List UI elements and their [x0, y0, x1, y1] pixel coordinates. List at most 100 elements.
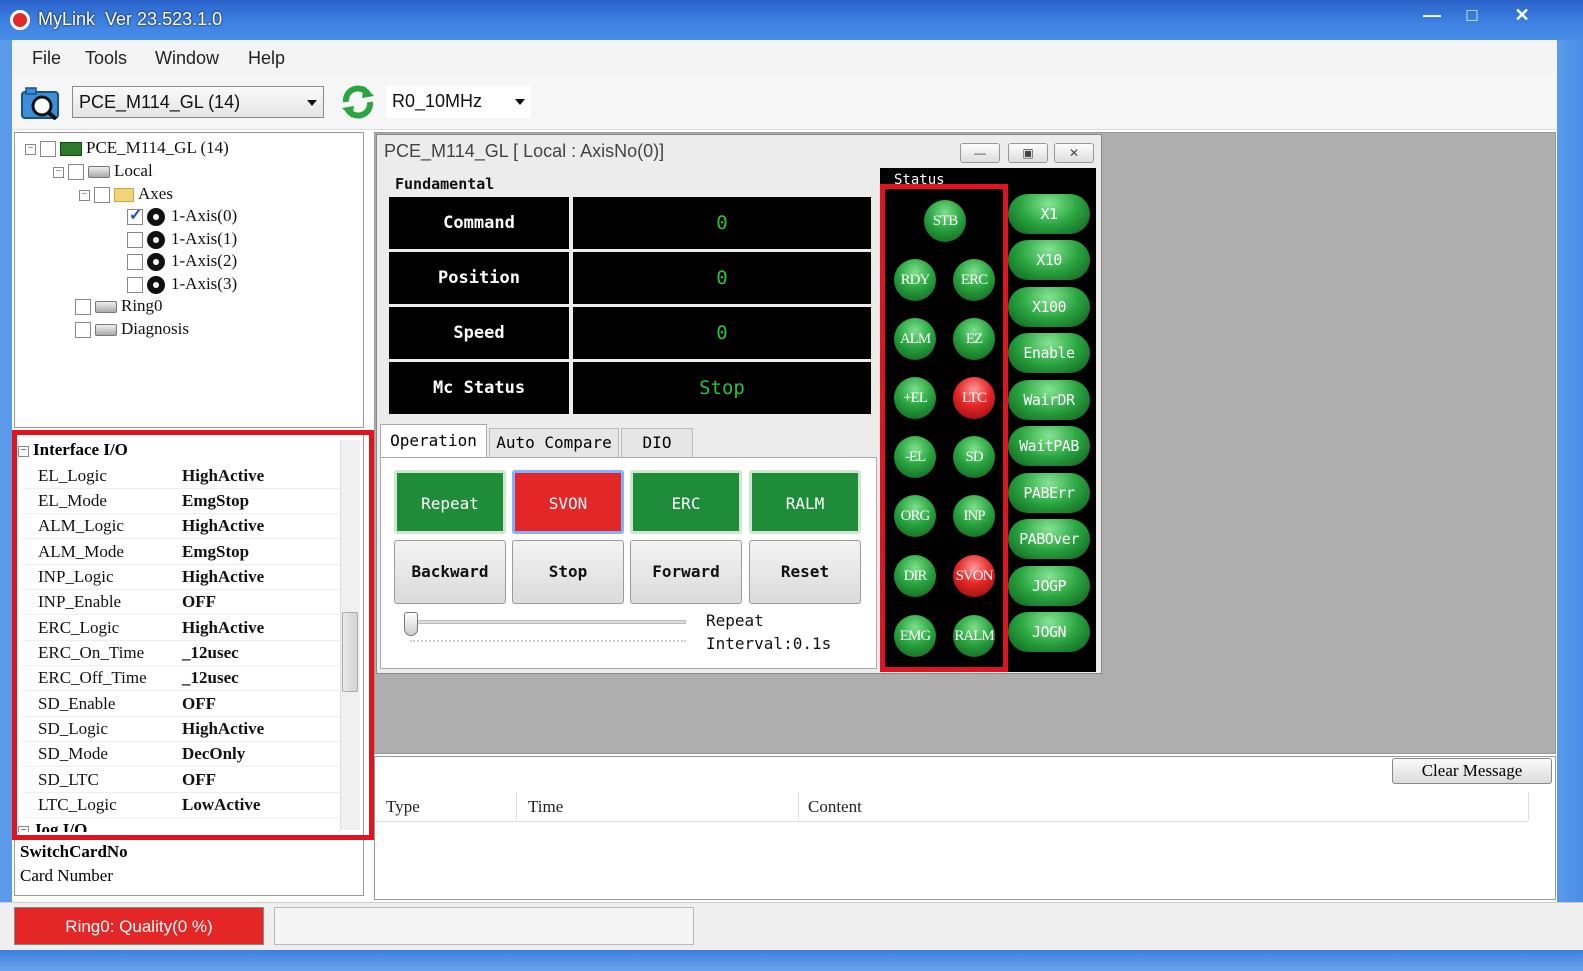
tree-node-ring0[interactable]: Ring0 [75, 295, 163, 317]
stop-button[interactable]: Stop [512, 540, 624, 604]
column-separator[interactable] [798, 792, 799, 820]
speed-label: Speed [389, 307, 569, 359]
chevron-down-icon [515, 99, 525, 105]
maximize-button[interactable]: □ [1450, 3, 1494, 29]
tree-node-axis-0[interactable]: 1-Axis(0) [127, 205, 237, 227]
scan-camera-icon[interactable] [20, 86, 60, 120]
paberr-button[interactable]: PABErr [1008, 473, 1090, 513]
column-time[interactable]: Time [528, 797, 563, 817]
menu-tools[interactable]: Tools [85, 48, 127, 69]
close-button[interactable]: ✕ [1500, 3, 1544, 29]
app-name: MyLink [38, 9, 96, 29]
checkbox[interactable] [40, 141, 56, 158]
property-desc-text: Card Number [20, 866, 114, 885]
collapse-icon[interactable]: − [53, 166, 64, 178]
tree-node-axis-3[interactable]: 1-Axis(3) [127, 273, 237, 295]
pabover-button[interactable]: PABOver [1008, 519, 1090, 559]
menu-help[interactable]: Help [248, 48, 285, 69]
jogn-button[interactable]: JOGN [1008, 612, 1090, 652]
status-pane [274, 907, 694, 945]
card-select-value: PCE_M114_GL (14) [79, 92, 241, 112]
checkbox[interactable] [127, 232, 143, 249]
checkbox[interactable] [127, 254, 143, 271]
mdi-restore-button[interactable]: ▣ [1008, 143, 1048, 163]
position-label: Position [389, 252, 569, 304]
tab-auto-compare[interactable]: Auto Compare [489, 428, 619, 458]
svon-button[interactable]: SVON [512, 470, 624, 534]
menu-file[interactable]: File [32, 48, 61, 69]
clock-select-value: R0_10MHz [392, 91, 483, 111]
checkbox[interactable] [127, 277, 143, 294]
tree-label: Axes [138, 184, 173, 203]
window-frame-right [1557, 40, 1583, 950]
forward-button[interactable]: Forward [630, 540, 742, 604]
card-select[interactable]: PCE_M114_GL (14) [72, 86, 324, 118]
drive-icon [88, 166, 110, 179]
command-value: 0 [573, 197, 871, 249]
column-content[interactable]: Content [808, 797, 862, 817]
repeat-button[interactable]: Repeat [394, 470, 506, 534]
tree-node-local[interactable]: − Local [53, 160, 153, 182]
tree-label: 1-Axis(2) [171, 251, 238, 270]
collapse-icon[interactable]: − [79, 189, 90, 201]
gear-icon [147, 231, 165, 250]
tree-label: Ring0 [121, 296, 163, 315]
jogp-button[interactable]: JOGP [1008, 566, 1090, 606]
x10-button[interactable]: X10 [1008, 240, 1090, 280]
tree-label: 1-Axis(3) [171, 274, 238, 293]
waitpab-button[interactable]: WaitPAB [1008, 426, 1090, 466]
refresh-icon[interactable] [338, 82, 378, 122]
tree-node-axis-1[interactable]: 1-Axis(1) [127, 228, 237, 250]
interval-label: Interval:0.1s [706, 634, 832, 653]
erc-button[interactable]: ERC [630, 470, 742, 534]
column-separator[interactable] [516, 792, 517, 820]
x1-button[interactable]: X1 [1008, 194, 1090, 234]
window-title: MyLink Ver 23.523.1.0 [38, 9, 222, 30]
checkbox-checked[interactable] [127, 205, 143, 227]
interval-slider-track[interactable] [410, 620, 686, 624]
clock-select[interactable]: R0_10MHz [386, 86, 531, 118]
wairdr-button[interactable]: WairDR [1008, 380, 1090, 420]
device-tree: − PCE_M114_GL (14) − Local − Axes 1-Axis(0)… [14, 132, 364, 428]
ralm-button[interactable]: RALM [749, 470, 861, 534]
fundamental-label: Fundamental [395, 175, 495, 193]
title-bar [0, 0, 1583, 40]
tree-label: PCE_M114_GL (14) [86, 138, 229, 157]
mdi-minimize-button[interactable]: — [960, 143, 1000, 163]
tree-label: Diagnosis [121, 319, 189, 338]
interval-slider-handle[interactable] [404, 612, 418, 636]
position-value: 0 [573, 252, 871, 304]
tree-node-axis-2[interactable]: 1-Axis(2) [127, 250, 237, 272]
mdi-close-button[interactable]: ✕ [1054, 143, 1094, 163]
tree-label: Local [114, 161, 153, 180]
minimize-button[interactable]: — [1410, 3, 1454, 29]
checkbox[interactable] [94, 187, 110, 204]
menu-window[interactable]: Window [155, 48, 219, 69]
checkbox[interactable] [75, 299, 91, 316]
checkbox[interactable] [75, 322, 91, 339]
tree-label: 1-Axis(1) [171, 229, 238, 248]
menu-bar [12, 40, 1557, 76]
enable-button[interactable]: Enable [1008, 333, 1090, 373]
tree-node-axes[interactable]: − Axes [79, 183, 173, 205]
checkbox[interactable] [68, 164, 84, 181]
tab-operation[interactable]: Operation [380, 424, 487, 458]
ring-quality-status: Ring0: Quality(0 %) [14, 907, 264, 945]
gear-icon [147, 208, 165, 227]
repeat-label: Repeat [706, 611, 764, 630]
tree-node-card[interactable]: − PCE_M114_GL (14) [25, 137, 229, 159]
mc-status-label: Mc Status [389, 362, 569, 414]
reset-button[interactable]: Reset [749, 540, 861, 604]
x100-button[interactable]: X100 [1008, 287, 1090, 327]
clear-message-button[interactable]: Clear Message [1392, 758, 1552, 784]
tree-node-diagnosis[interactable]: Diagnosis [75, 318, 189, 340]
column-type[interactable]: Type [386, 797, 420, 817]
command-label: Command [389, 197, 569, 249]
tab-dio[interactable]: DIO [621, 428, 693, 458]
collapse-icon[interactable]: − [25, 143, 36, 155]
interval-slider-ticks [410, 640, 686, 644]
column-separator[interactable] [1528, 792, 1529, 820]
backward-button[interactable]: Backward [394, 540, 506, 604]
property-desc-title: SwitchCardNo [20, 842, 128, 861]
mc-status-value: Stop [573, 362, 871, 414]
